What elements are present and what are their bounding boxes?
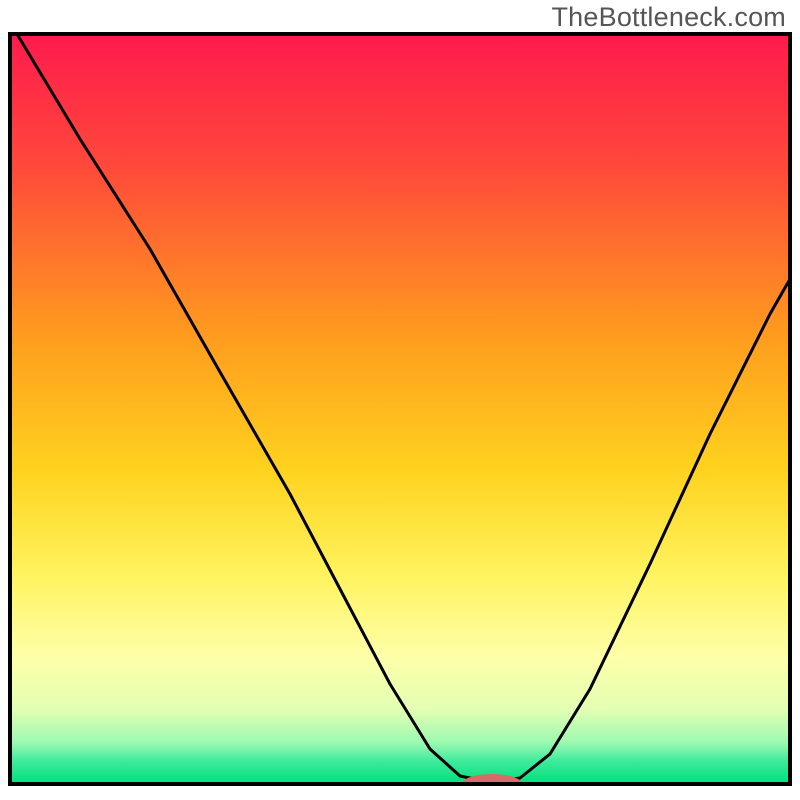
chart-stage: TheBottleneck.com [0, 0, 800, 800]
bottleneck-chart [0, 0, 800, 800]
plot-area [10, 34, 790, 794]
gradient-background [10, 34, 790, 784]
